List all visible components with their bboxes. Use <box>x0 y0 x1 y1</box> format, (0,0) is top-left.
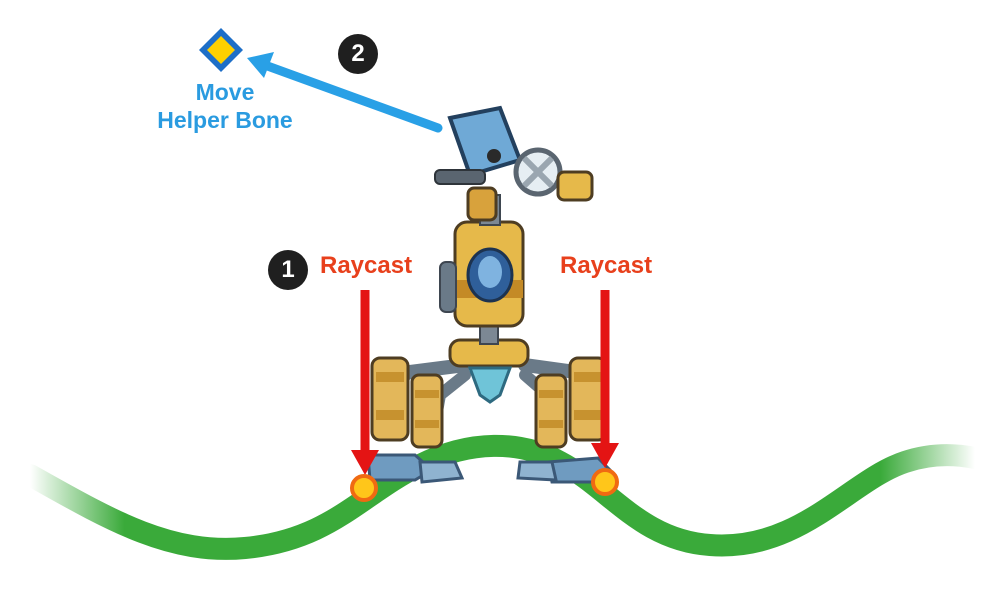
helper-bone-diamond-icon <box>199 28 243 72</box>
hit-point-right <box>591 468 619 496</box>
helper-label-line1: Move <box>195 79 255 105</box>
helper-label-line2: Helper Bone <box>157 107 293 133</box>
robot-character <box>366 105 615 484</box>
diagram-canvas: 1 Raycast Raycast 2 Move Helper Bone <box>0 0 1000 600</box>
helper-bone-label: Move Helper Bone <box>125 78 325 134</box>
raycast-right-label: Raycast <box>560 252 653 279</box>
robot-head <box>434 105 594 202</box>
robot-right-legs <box>516 356 615 484</box>
hit-point-left <box>350 474 378 502</box>
ground-curve <box>19 434 986 560</box>
robot-left-legs <box>366 356 472 484</box>
step-2-badge: 2 <box>338 34 378 74</box>
raycast-left-label: Raycast <box>320 252 413 279</box>
step-1-badge: 1 <box>268 250 308 290</box>
